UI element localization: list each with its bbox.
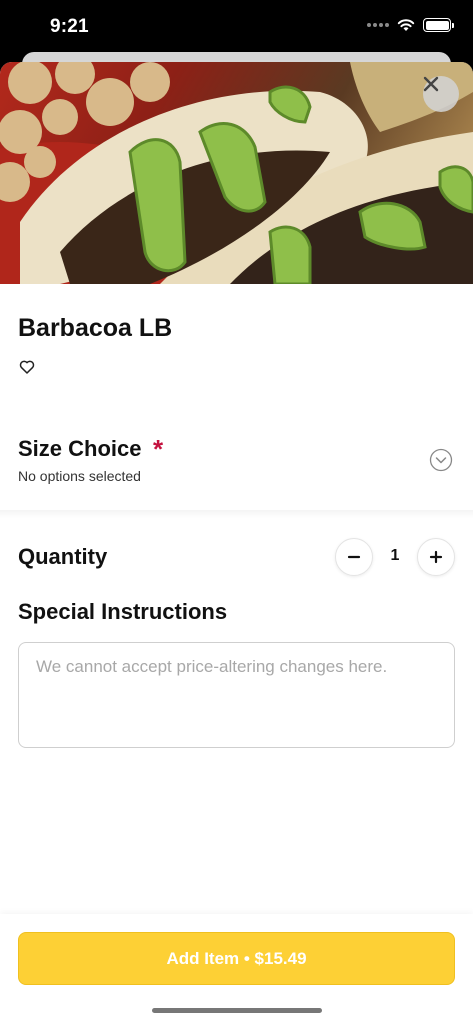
heart-icon[interactable] xyxy=(18,358,36,376)
chevron-down-icon[interactable] xyxy=(429,448,453,472)
plus-icon xyxy=(429,550,443,564)
item-title: Barbacoa LB xyxy=(18,314,173,342)
battery-icon xyxy=(423,18,454,32)
close-icon xyxy=(423,76,439,92)
status-time: 9:21 xyxy=(50,16,89,37)
quantity-value: 1 xyxy=(390,547,400,564)
quantity-decrease-button[interactable] xyxy=(335,538,373,576)
quantity-increase-button[interactable] xyxy=(417,538,455,576)
status-icons xyxy=(367,18,454,32)
quantity-label: Quantity xyxy=(18,544,108,569)
item-detail-sheet: Barbacoa LB Size Choice * No options sel… xyxy=(0,62,473,1024)
item-photo xyxy=(0,62,473,284)
size-choice-title: Size Choice xyxy=(18,436,142,461)
required-marker: * xyxy=(153,434,164,464)
size-choice-status: No options selected xyxy=(18,468,141,484)
minus-icon xyxy=(347,555,361,559)
screen: 9:21 Barbacoa LB Size Choice * No option… xyxy=(0,0,473,1024)
signal-icon xyxy=(367,23,389,27)
special-instructions-input[interactable] xyxy=(18,642,455,748)
special-instructions-title: Special Instructions xyxy=(18,599,228,624)
wifi-icon xyxy=(397,19,415,31)
section-divider xyxy=(0,510,473,518)
add-item-button[interactable]: Add Item • $15.49 xyxy=(18,932,455,985)
close-button[interactable] xyxy=(423,76,459,112)
home-indicator xyxy=(152,1008,322,1013)
size-choice-section[interactable]: Size Choice * No options selected xyxy=(0,426,473,516)
status-bar: 9:21 xyxy=(0,0,473,54)
footer: Add Item • $15.49 xyxy=(0,914,473,1024)
